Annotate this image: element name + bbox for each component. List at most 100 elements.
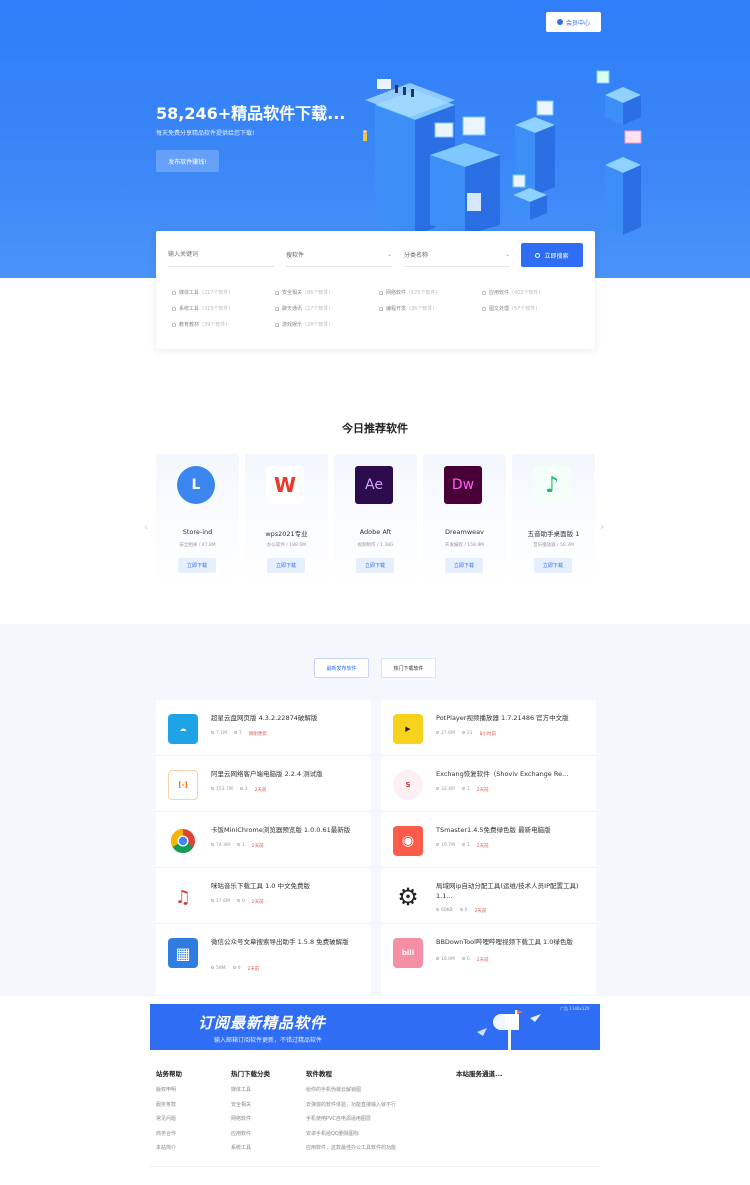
category-link[interactable]: 网络软件 (125个软件) [379, 289, 437, 296]
footer-link[interactable]: 手机使用PVC自电源适用图层 [306, 1115, 396, 1122]
search-type-select[interactable]: 搜软件 ⌄ [286, 243, 392, 267]
recommend-card[interactable]: L Store-ind 安全相关 / 47.8M 立即下载 [156, 454, 239, 584]
folder-icon [275, 290, 279, 295]
member-center-label: 会员中心 [565, 19, 590, 27]
hero-subline: 每天免费分享精品软件提供给您下载! [156, 130, 255, 137]
list-item-meta: 16.0M 0 2天前 [436, 957, 489, 963]
list-item-title[interactable]: 微信公众号文章搜索导出助手 1.5.8 免费破解版 [211, 937, 361, 947]
recommend-card[interactable]: W wps2021专业 办公软件 / 188.0M 立即下载 [245, 454, 328, 584]
publish-software-button[interactable]: 发布软件赚钱! [156, 150, 219, 172]
mailbox-icon [477, 1010, 541, 1050]
list-item-title[interactable]: PotPlayer视频播放器 1.7.21486 官方中文版 [436, 713, 586, 723]
category-link[interactable]: 游戏娱乐 (28个软件) [275, 321, 330, 328]
footer-divider [150, 1166, 600, 1167]
footer-link[interactable]: 安卓手机给QQ删除图标 [306, 1130, 396, 1137]
recommend-card[interactable]: Dw Dreamweav 开发编程 / 158.8M 立即下载 [423, 454, 506, 584]
footer-link[interactable]: 版权申明 [156, 1086, 182, 1093]
list-item-title[interactable]: BBDownTool哔哩哔哩视频下载工具 1.0绿色版 [436, 937, 586, 947]
list-item[interactable]: ▶ PotPlayer视频播放器 1.7.21486 官方中文版 27.6M 21… [381, 700, 596, 756]
category-select-label: 分类名称 [404, 252, 429, 259]
cloud-icon: ☁ [168, 714, 198, 744]
footer-link[interactable]: 去弹窗的软件体验，功能直接输入就不行 [306, 1101, 396, 1108]
category-link[interactable]: 应用软件 (402个软件) [482, 289, 540, 296]
footer-col-categories: 热门下载分类 媒体工具 安全相关 网络软件 应用软件 系统工具 [231, 1068, 270, 1159]
list-item[interactable]: ♫ 咪咕音乐下载工具 1.0 中文免费版 17.6M 0 2天前 [156, 868, 371, 924]
after-effects-logo-icon: Ae [355, 466, 393, 504]
list-item[interactable]: 卡饭MiniChrome浏览器预览版 1.0.0.61最新版 74.3M 1 2天前 [156, 812, 371, 868]
search-button[interactable]: 立即搜索 [521, 243, 583, 267]
recommend-card-name: wps2021专业 [265, 530, 308, 538]
list-item-title[interactable]: 卡饭MiniChrome浏览器预览版 1.0.0.61最新版 [211, 825, 361, 835]
category-link[interactable]: 安全相关 (86个软件) [275, 289, 330, 296]
list-item-meta: 7.1M 7 刚刚更新 [211, 731, 267, 737]
search-card: 搜软件 ⌄ 分类名称 ⌄ 立即搜索 媒体工具(217个软件) 安全相关(86个软… [156, 231, 595, 349]
download-button[interactable]: 立即下载 [534, 558, 572, 573]
tab-hot[interactable]: 热门下载软件 [381, 658, 436, 678]
recommend-card[interactable]: Ae Adobe Aft 视频制作 / 1.38G 立即下载 [334, 454, 417, 584]
list-item[interactable]: ⚙ 局域网ip自动分配工具(运维/技术人员IP配置工具) 1.1... 60KB… [381, 868, 596, 924]
download-button[interactable]: 立即下载 [356, 558, 394, 573]
list-item-title[interactable]: 局域网ip自动分配工具(运维/技术人员IP配置工具) 1.1... [436, 881, 586, 901]
list-item[interactable]: ☁ 超星云盘网页版 4.3.2.22874破解版 7.1M 7 刚刚更新 [156, 700, 371, 756]
category-link[interactable]: 编程开发 (36个软件) [379, 305, 434, 312]
tab-latest[interactable]: 最新发布软件 [314, 658, 369, 678]
list-item-title[interactable]: TSmaster1.4.5免费绿色版 最新电脑版 [436, 825, 586, 835]
grid-icon: ▦ [168, 938, 198, 968]
list-item-title[interactable]: 阿里云网络客户端电脑版 2.2.4 测试版 [211, 769, 361, 779]
list-item[interactable]: S Exchang恢复软件（Shoviv Exchange Re... 32.4… [381, 756, 596, 812]
list-item-title[interactable]: 超星云盘网页版 4.3.2.22874破解版 [211, 713, 361, 723]
chrome-icon [168, 826, 198, 856]
banner-subline: 输入邮箱订阅软件更新，不错过精品软件 [214, 1037, 323, 1044]
list-item[interactable]: ◉ TSmaster1.4.5免费绿色版 最新电脑版 19.7M 1 2天前 [381, 812, 596, 868]
footer-heading: 热门下载分类 [231, 1070, 270, 1078]
list-item-meta: 58M 0 2天前 [211, 966, 259, 972]
subscribe-banner[interactable]: 订阅最新精品软件 输入邮箱订阅软件更新，不错过精品软件 广告 1140x120 [150, 1004, 600, 1050]
list-item[interactable]: [-] 阿里云网络客户端电脑版 2.2.4 测试版 153.7M 3 2天前 [156, 756, 371, 812]
footer-link[interactable]: 常见问题 [156, 1115, 182, 1122]
list-item-title[interactable]: Exchang恢复软件（Shoviv Exchange Re... [436, 769, 586, 779]
ad-size-label: 广告 1140x120 [560, 1006, 590, 1011]
category-link[interactable]: 教育教材 (39个软件) [172, 321, 227, 328]
carousel-next-icon[interactable]: › [600, 522, 604, 533]
carousel-prev-icon[interactable]: ‹ [144, 522, 148, 533]
member-center-button[interactable]: 会员中心 [546, 12, 601, 32]
recommend-card-meta: 开发编程 / 158.8M [444, 543, 485, 548]
recommend-card[interactable]: ♪ 五音助手桌面版 1 音乐播放器 / 50.3M 立即下载 [512, 454, 595, 584]
footer-link[interactable]: 应用软件，这款最佳办公工具软件的功能 [306, 1144, 396, 1151]
download-button[interactable]: 立即下载 [267, 558, 305, 573]
folder-icon [172, 322, 176, 327]
footer-link[interactable]: 系统工具 [231, 1144, 270, 1151]
recommend-section: 今日推荐软件 ‹ › L Store-ind 安全相关 / 47.8M 立即下载… [0, 396, 750, 624]
category-link[interactable]: 图文处理 (57个软件) [482, 305, 537, 312]
download-button[interactable]: 立即下载 [445, 558, 483, 573]
footer-link[interactable]: 本站简介 [156, 1144, 182, 1151]
user-icon [556, 19, 563, 25]
music-note-icon: ♪ [533, 466, 571, 504]
footer-link[interactable]: 媒体工具 [231, 1086, 270, 1093]
footer-link[interactable]: 给你的手机伪装云解锁图 [306, 1086, 396, 1093]
category-link[interactable]: 聊天通讯 (27个软件) [275, 305, 330, 312]
footer-link[interactable]: 服务条款 [156, 1101, 182, 1108]
latest-section: 最新发布软件 热门下载软件 ☁ 超星云盘网页版 4.3.2.22874破解版 7… [0, 624, 750, 996]
recommend-card-name: Store-ind [182, 528, 213, 536]
recommend-title: 今日推荐软件 [342, 422, 408, 435]
list-item-meta: 74.3M 1 2天前 [211, 843, 264, 849]
list-item[interactable]: ▦ 微信公众号文章搜索导出助手 1.5.8 免费破解版 58M 0 2天前 [156, 924, 371, 994]
footer-link[interactable]: 商务合作 [156, 1130, 182, 1137]
keyword-input[interactable] [168, 243, 274, 267]
recommend-card-meta: 音乐播放器 / 50.3M [533, 543, 574, 548]
list-item[interactable]: bili BBDownTool哔哩哔哩视频下载工具 1.0绿色版 16.0M 0 2… [381, 924, 596, 994]
category-select[interactable]: 分类名称 ⌄ [404, 243, 510, 267]
footer-link[interactable]: 安全相关 [231, 1101, 270, 1108]
recommend-card-name: Dreamweav [445, 528, 484, 536]
download-button[interactable]: 立即下载 [178, 558, 216, 573]
recommend-card-name: 五音助手桌面版 1 [527, 530, 580, 538]
search-type-label: 搜软件 [286, 252, 305, 259]
category-link[interactable]: 媒体工具 (217个软件) [172, 289, 230, 296]
footer-link[interactable]: 应用软件 [231, 1130, 270, 1137]
list-item-title[interactable]: 咪咕音乐下载工具 1.0 中文免费版 [211, 881, 361, 891]
category-link[interactable]: 系统工具 (315个软件) [172, 305, 230, 312]
software-list-right: ▶ PotPlayer视频播放器 1.7.21486 官方中文版 27.6M 21… [381, 700, 596, 995]
folder-icon [275, 306, 279, 311]
footer-link[interactable]: 网络软件 [231, 1115, 270, 1122]
